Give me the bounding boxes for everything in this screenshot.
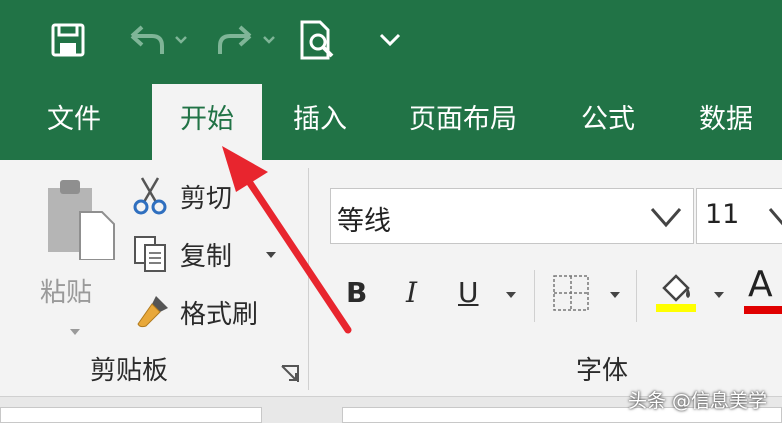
paste-label: 粘贴	[40, 278, 93, 308]
copy-icon	[134, 236, 166, 272]
ribbon-home: 粘贴 剪切 复制 格式刷 剪贴板 等线 11 B I U A 字体	[0, 160, 782, 396]
save-button[interactable]	[50, 18, 90, 62]
format-painter-button[interactable]: 格式刷	[132, 290, 282, 332]
tab-home[interactable]: 开始	[152, 84, 262, 162]
borders-dropdown-icon[interactable]	[610, 292, 620, 298]
customize-qat-button[interactable]	[378, 18, 404, 62]
paste-icon	[48, 180, 115, 260]
font-color-button[interactable]: A	[748, 264, 773, 305]
tab-data[interactable]: 数据	[676, 82, 776, 160]
name-box[interactable]	[0, 407, 262, 423]
font-color-swatch	[744, 306, 782, 314]
redo-icon	[218, 25, 275, 54]
tab-insert[interactable]: 插入	[270, 82, 370, 160]
print-preview-icon	[300, 20, 334, 60]
underline-button[interactable]: U	[458, 276, 479, 309]
redo-button[interactable]	[210, 18, 276, 62]
cut-button[interactable]: 剪切	[132, 174, 252, 216]
font-name-combo[interactable]: 等线	[330, 188, 694, 244]
chevron-down-icon[interactable]	[649, 205, 683, 229]
borders-icon[interactable]	[552, 274, 590, 312]
tab-page-layout[interactable]: 页面布局	[392, 82, 534, 160]
dialog-launcher-icon[interactable]	[280, 364, 300, 384]
cut-label: 剪切	[180, 184, 233, 214]
undo-button[interactable]	[122, 18, 188, 62]
format-separator	[636, 270, 637, 322]
bold-button[interactable]: B	[346, 276, 367, 309]
font-size-value: 11	[705, 199, 740, 230]
copy-label: 复制	[180, 242, 233, 272]
scissors-icon	[133, 177, 167, 215]
fill-color-dropdown-icon[interactable]	[714, 292, 724, 298]
paste-dropdown-icon[interactable]	[70, 329, 80, 335]
format-separator	[534, 270, 535, 322]
print-preview-button[interactable]	[298, 18, 342, 62]
italic-button[interactable]: I	[406, 276, 417, 309]
clipboard-group-label: 剪贴板	[90, 356, 169, 386]
watermark-text: 头条 @信息美学	[628, 390, 768, 412]
ribbon-tab-bar: 文件 开始 插入 页面布局 公式 数据	[0, 82, 782, 162]
customize-dropdown-icon	[379, 33, 401, 47]
save-icon	[51, 23, 85, 57]
group-separator	[308, 168, 309, 390]
font-size-combo[interactable]: 11	[696, 188, 782, 244]
chevron-down-icon[interactable]	[767, 205, 782, 229]
font-group-label: 字体	[576, 356, 629, 386]
fill-color-icon[interactable]	[654, 270, 698, 314]
format-painter-label: 格式刷	[180, 300, 259, 330]
tab-formulas[interactable]: 公式	[558, 82, 658, 160]
quick-access-toolbar	[0, 0, 782, 82]
paintbrush-icon	[137, 296, 168, 328]
font-name-value: 等线	[337, 206, 391, 237]
tab-file[interactable]: 文件	[26, 82, 122, 160]
undo-icon	[130, 25, 187, 54]
underline-dropdown-icon[interactable]	[506, 292, 516, 298]
copy-button[interactable]: 复制	[132, 232, 282, 274]
copy-dropdown-icon[interactable]	[266, 252, 276, 258]
paste-button[interactable]: 粘贴	[30, 174, 115, 335]
